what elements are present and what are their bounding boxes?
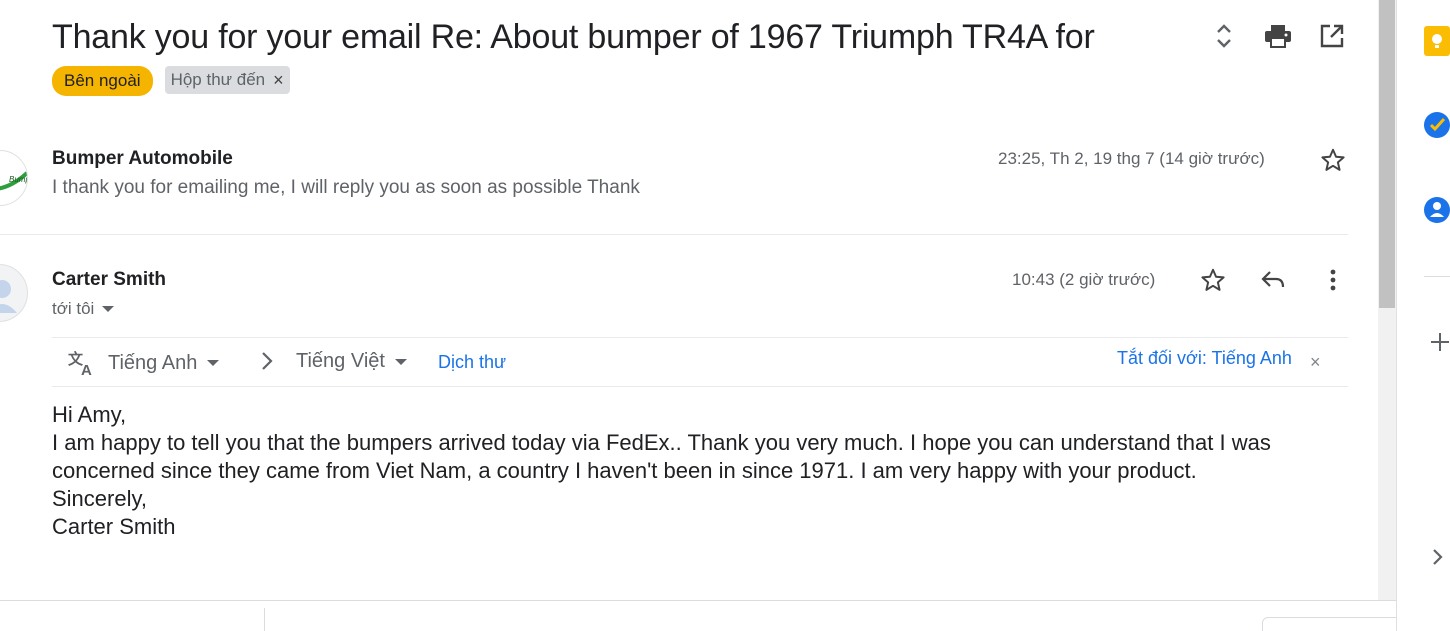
caret-down-icon [102,306,115,312]
contacts-icon[interactable] [1424,195,1450,230]
message-snippet[interactable]: I thank you for emailing me, I will repl… [52,177,640,199]
print-icon[interactable] [1264,22,1292,50]
more-vert-icon[interactable] [1319,266,1347,294]
side-panel [1396,0,1450,631]
body-closing: Sincerely, [52,486,147,511]
label-inbox[interactable]: Hộp thư đến × [164,66,290,94]
bottom-vertical-divider [264,608,265,631]
label-external[interactable]: Bên ngoài [52,66,153,96]
side-panel-separator [1424,276,1450,277]
source-language-select[interactable]: 文A Tiếng Anh [68,350,220,376]
close-icon[interactable]: × [1310,352,1321,373]
add-icon[interactable] [1430,332,1450,357]
unfold-icon[interactable] [1210,22,1238,50]
label-external-text: Bên ngoài [64,71,141,90]
svg-text:A: A [81,362,92,376]
message-body: Hi Amy, I am happy to tell you that the … [52,401,1352,541]
recipient-text: tới tôi [52,299,95,318]
body-greeting: Hi Amy, [52,402,127,427]
body-signature: Carter Smith [52,514,176,539]
message-time: 23:25, Th 2, 19 thg 7 (14 giờ trước) [998,149,1265,168]
remove-label-icon[interactable]: × [273,70,284,91]
avatar[interactable] [0,264,28,322]
translation-bar: 文A Tiếng Anh Tiếng Việt Dịch thư Tắt đối… [52,337,1348,387]
thread-labels: Bên ngoài Hộp thư đến × [52,66,290,96]
avatar[interactable]: Bumper [0,150,28,206]
scrollbar-thumb[interactable] [1379,0,1395,308]
open-in-new-icon[interactable] [1318,22,1346,50]
turn-off-translation-link[interactable]: Tắt đối với: Tiếng Anh [1117,348,1292,369]
sender-name[interactable]: Bumper Automobile [52,148,233,170]
message-divider [0,234,1348,235]
translate-message-link[interactable]: Dịch thư [438,352,506,373]
star-icon[interactable] [1199,266,1227,294]
tasks-icon[interactable] [1424,110,1450,145]
caret-down-icon [207,360,220,366]
thread-actions [1210,22,1346,50]
label-inbox-text: Hộp thư đến [170,70,266,89]
source-language-label: Tiếng Anh [108,351,198,374]
thread-subject: Thank you for your email Re: About bumpe… [52,18,1095,56]
avatar-logo-text: Bumper [9,175,28,184]
message-time: 10:43 (2 giờ trước) [1012,270,1156,289]
sender-name[interactable]: Carter Smith [52,269,166,291]
body-paragraph: I am happy to tell you that the bumpers … [52,430,1271,483]
reply-icon[interactable] [1259,266,1287,294]
star-icon[interactable] [1319,146,1347,174]
keep-icon[interactable] [1424,26,1450,61]
chevron-right-icon[interactable] [1432,547,1444,572]
arrow-right-icon [260,350,274,372]
target-language-label: Tiếng Việt [296,350,385,372]
recipient-details[interactable]: tới tôi [52,299,115,319]
caret-down-icon [394,358,407,365]
target-language-select[interactable]: Tiếng Việt [296,350,407,373]
bottom-divider-line [0,600,1396,601]
translate-icon: 文A [68,350,92,376]
